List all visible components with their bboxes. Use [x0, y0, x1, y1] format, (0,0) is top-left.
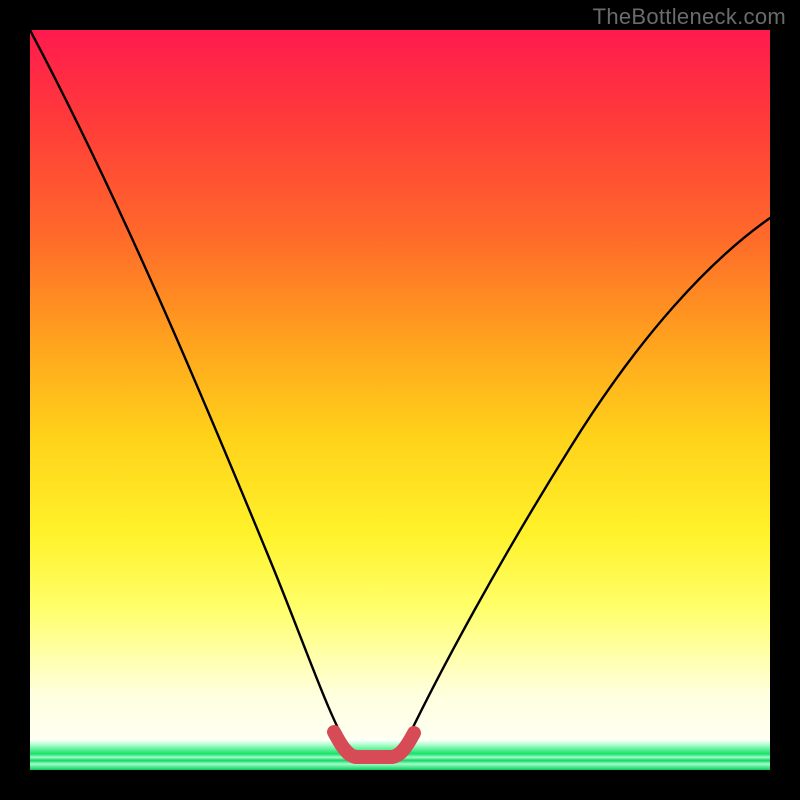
chart-frame: TheBottleneck.com: [0, 0, 800, 800]
watermark-text: TheBottleneck.com: [593, 4, 786, 30]
bottleneck-curve: [30, 30, 770, 758]
curve-layer: [30, 30, 770, 770]
sweet-spot-highlight: [334, 732, 414, 757]
plot-area: [30, 30, 770, 770]
